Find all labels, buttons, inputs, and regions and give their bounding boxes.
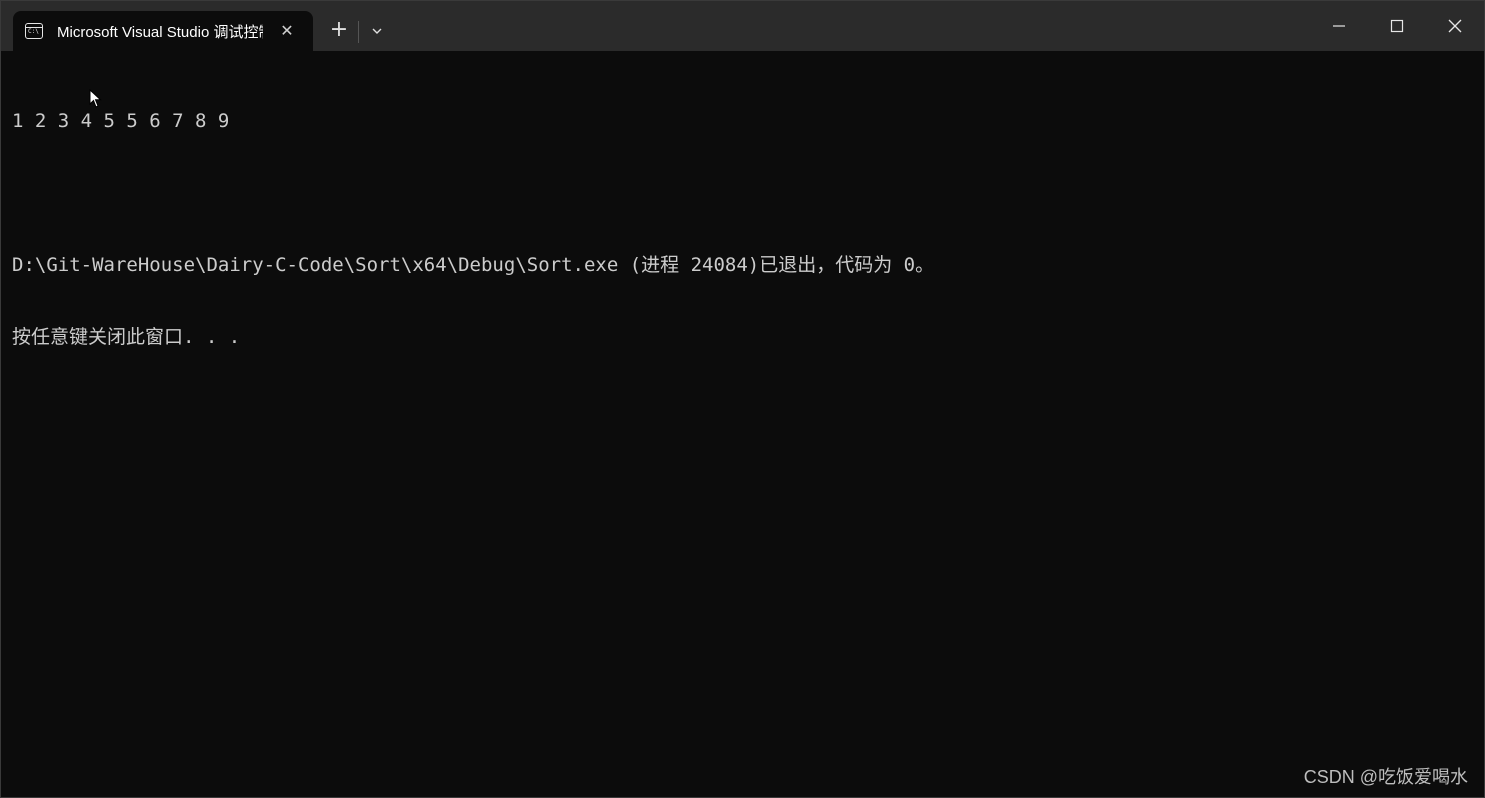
console-icon: C:\ [25, 23, 43, 39]
close-button[interactable] [1426, 1, 1484, 51]
tab-vs-debug-console[interactable]: C:\ Microsoft Visual Studio 调试控制台 ✕ [13, 11, 313, 51]
maximize-icon [1390, 19, 1404, 33]
maximize-button[interactable] [1368, 1, 1426, 51]
output-line-numbers: 1 2 3 4 5 5 6 7 8 9 [12, 110, 230, 132]
terminal-window: C:\ Microsoft Visual Studio 调试控制台 ✕ + [0, 0, 1485, 798]
title-bar[interactable]: C:\ Microsoft Visual Studio 调试控制台 ✕ + [1, 1, 1484, 51]
output-line-press-key: 按任意键关闭此窗口. . . [12, 326, 241, 348]
minimize-button[interactable] [1310, 1, 1368, 51]
minimize-icon [1333, 25, 1345, 27]
tab-divider [358, 21, 359, 43]
new-tab-button[interactable]: + [325, 17, 353, 45]
tab-title: Microsoft Visual Studio 调试控制台 [57, 23, 263, 41]
close-icon [1448, 19, 1462, 33]
watermark: CSDN @吃饭爱喝水 [1303, 767, 1468, 787]
tab-dropdown-button[interactable] [363, 17, 391, 45]
output-line-exit-status: D:\Git-WareHouse\Dairy-C-Code\Sort\x64\D… [12, 254, 935, 276]
chevron-down-icon [372, 28, 382, 34]
terminal-output[interactable]: 1 2 3 4 5 5 6 7 8 9 D:\Git-WareHouse\Dai… [12, 61, 1474, 397]
output-line-blank [12, 181, 1474, 205]
mouse-pointer-icon [89, 89, 102, 108]
tab-close-icon[interactable]: ✕ [277, 21, 297, 41]
